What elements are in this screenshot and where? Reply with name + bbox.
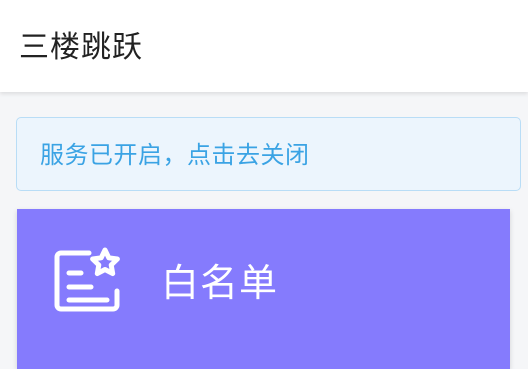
app-bar: 三楼跳跃 <box>0 0 528 92</box>
whitelist-card[interactable]: 白名单 <box>17 209 510 369</box>
whitelist-icon <box>54 247 120 312</box>
service-status-banner[interactable]: 服务已开启，点击去关闭 <box>16 117 521 191</box>
app-title: 三楼跳跃 <box>19 30 143 65</box>
service-status-text: 服务已开启，点击去关闭 <box>40 141 310 169</box>
whitelist-label: 白名单 <box>161 261 279 305</box>
